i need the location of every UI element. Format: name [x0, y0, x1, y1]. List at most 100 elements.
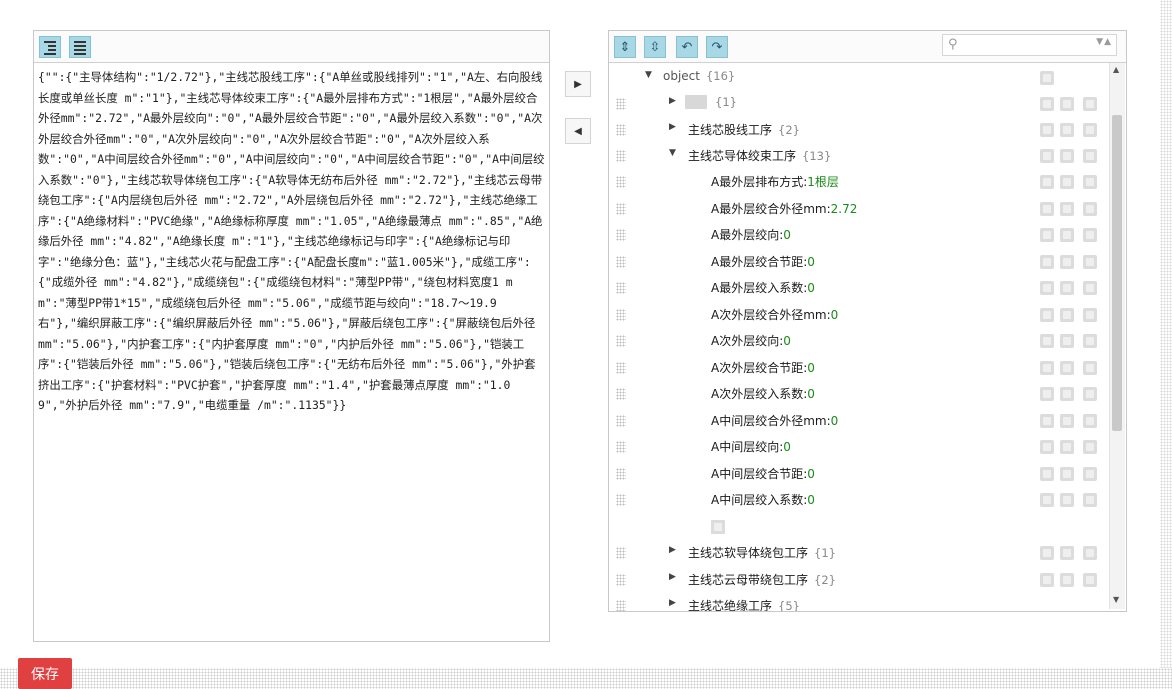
scroll-thumb[interactable] [1112, 115, 1122, 431]
leaf-key[interactable]: A次外层绞合外径mm [711, 308, 827, 322]
duplicate-icon[interactable] [1060, 414, 1074, 428]
scroll-up-icon[interactable]: ▲ [1113, 65, 1119, 74]
drag-handle-icon[interactable] [616, 203, 626, 215]
chevron-right-icon[interactable]: ▶ [669, 545, 676, 555]
tree-leaf-row[interactable]: A次外层绞合外径mm:0 [609, 302, 1109, 328]
tree-leaf-row[interactable]: A最外层绞入系数:0 [609, 275, 1109, 301]
tree-row[interactable]: ▶ 主线芯软导体绕包工序 {1} [609, 540, 1109, 566]
remove-icon[interactable] [1083, 361, 1097, 375]
duplicate-icon[interactable] [1060, 361, 1074, 375]
leaf-value[interactable]: 0 [807, 387, 815, 401]
type-icon[interactable] [1040, 308, 1054, 322]
tree-leaf-row[interactable]: A最外层绞合外径mm:2.72 [609, 196, 1109, 222]
leaf-key[interactable]: A中间层绞向 [711, 440, 779, 454]
drag-handle-icon[interactable] [616, 547, 626, 559]
leaf-key[interactable]: A次外层绞合节距 [711, 361, 803, 375]
tree-leaf-row[interactable]: A最外层排布方式:1根层 [609, 169, 1109, 195]
type-icon[interactable] [1040, 573, 1054, 587]
duplicate-icon[interactable] [1060, 228, 1074, 242]
leaf-value[interactable]: 1根层 [807, 175, 839, 189]
node-key[interactable]: 主线芯股线工序 [688, 123, 772, 137]
remove-icon[interactable] [1083, 123, 1097, 137]
duplicate-icon[interactable] [1060, 308, 1074, 322]
drag-handle-icon[interactable] [616, 256, 626, 268]
leaf-value[interactable]: 0 [783, 334, 791, 348]
type-icon[interactable] [1040, 361, 1054, 375]
tree-leaf-row[interactable]: A最外层绞向:0 [609, 222, 1109, 248]
duplicate-icon[interactable] [1060, 123, 1074, 137]
duplicate-icon[interactable] [1060, 467, 1074, 481]
remove-icon[interactable] [1083, 546, 1097, 560]
json-textarea[interactable]: {"":{"主导体结构":"1/2.72"},"主线芯股线工序":{"A单丝或股… [38, 67, 546, 627]
leaf-value[interactable]: 0 [807, 361, 815, 375]
node-key[interactable]: 主线芯云母带绕包工序 [688, 573, 808, 587]
duplicate-icon[interactable] [1060, 175, 1074, 189]
drag-handle-icon[interactable] [616, 176, 626, 188]
node-key[interactable]: 主线芯导体绞束工序 [688, 149, 796, 163]
tree-leaf-row[interactable]: A中间层绞入系数:0 [609, 487, 1109, 513]
remove-icon[interactable] [1083, 493, 1097, 507]
scroll-down-icon[interactable]: ▼ [1113, 595, 1119, 604]
chevron-right-icon[interactable]: ▶ [669, 96, 676, 106]
drag-handle-icon[interactable] [616, 98, 626, 110]
duplicate-icon[interactable] [1060, 573, 1074, 587]
type-icon[interactable] [1040, 493, 1054, 507]
node-key[interactable]: 主线芯软导体绕包工序 [688, 546, 808, 560]
type-icon[interactable] [1040, 414, 1054, 428]
duplicate-icon[interactable] [1060, 149, 1074, 163]
search-input[interactable]: ⚲ ▼▲ [942, 34, 1117, 56]
type-icon[interactable] [1040, 281, 1054, 295]
chevron-down-icon[interactable]: ▼ [645, 70, 652, 80]
tree-leaf-row[interactable]: A次外层绞入系数:0 [609, 381, 1109, 407]
remove-icon[interactable] [1083, 228, 1097, 242]
remove-icon[interactable] [1083, 308, 1097, 322]
drag-handle-icon[interactable] [616, 441, 626, 453]
remove-icon[interactable] [1083, 281, 1097, 295]
drag-handle-icon[interactable] [616, 494, 626, 506]
copy-to-right-button[interactable]: ▶ [565, 71, 591, 97]
duplicate-icon[interactable] [1060, 202, 1074, 216]
drag-handle-icon[interactable] [616, 124, 626, 136]
copy-to-left-button[interactable]: ◀ [565, 118, 591, 144]
chevron-right-icon[interactable]: ▶ [669, 122, 676, 132]
type-icon[interactable] [1040, 149, 1054, 163]
expand-all-button[interactable]: ⇕ [614, 36, 636, 58]
type-icon[interactable] [1040, 123, 1054, 137]
tree-scrollbar[interactable]: ▲ ▼ [1109, 63, 1125, 609]
duplicate-icon[interactable] [1060, 281, 1074, 295]
leaf-key[interactable]: A次外层绞入系数 [711, 387, 803, 401]
drag-handle-icon[interactable] [616, 150, 626, 162]
remove-icon[interactable] [1083, 202, 1097, 216]
type-icon[interactable] [1040, 202, 1054, 216]
remove-icon[interactable] [1083, 255, 1097, 269]
drag-handle-icon[interactable] [616, 309, 626, 321]
remove-icon[interactable] [1083, 414, 1097, 428]
duplicate-icon[interactable] [1060, 440, 1074, 454]
drag-handle-icon[interactable] [616, 468, 626, 480]
chevron-down-icon[interactable]: ▼ [669, 148, 676, 158]
tree-row[interactable]: ▶ 主线芯绝缘工序 {5} [609, 593, 1109, 611]
drag-handle-icon[interactable] [616, 415, 626, 427]
leaf-value[interactable]: 0 [831, 308, 839, 322]
leaf-key[interactable]: A最外层绞合外径mm [711, 202, 827, 216]
leaf-value[interactable]: 0 [807, 281, 815, 295]
drag-handle-icon[interactable] [616, 362, 626, 374]
node-key[interactable]: 主线芯绝缘工序 [688, 599, 772, 611]
drag-handle-icon[interactable] [616, 229, 626, 241]
tree-row[interactable]: ▼ 主线芯导体绞束工序 {13} [609, 143, 1109, 169]
leaf-key[interactable]: A中间层绞合外径mm [711, 414, 827, 428]
leaf-value[interactable]: 0 [807, 255, 815, 269]
tree-leaf-row[interactable]: A最外层绞合节距:0 [609, 249, 1109, 275]
tree-row[interactable]: ▶ {1} [609, 91, 1109, 117]
compact-button[interactable] [69, 36, 91, 58]
duplicate-icon[interactable] [1060, 334, 1074, 348]
type-icon[interactable] [1040, 546, 1054, 560]
leaf-key[interactable]: A最外层绞入系数 [711, 281, 803, 295]
tree-row-root[interactable]: ▼ object {16} [609, 65, 1109, 91]
remove-icon[interactable] [1083, 175, 1097, 189]
drag-handle-icon[interactable] [616, 282, 626, 294]
leaf-value[interactable]: 0 [807, 493, 815, 507]
type-icon[interactable] [1040, 334, 1054, 348]
leaf-key[interactable]: A中间层绞入系数 [711, 493, 803, 507]
drag-handle-icon[interactable] [616, 574, 626, 586]
